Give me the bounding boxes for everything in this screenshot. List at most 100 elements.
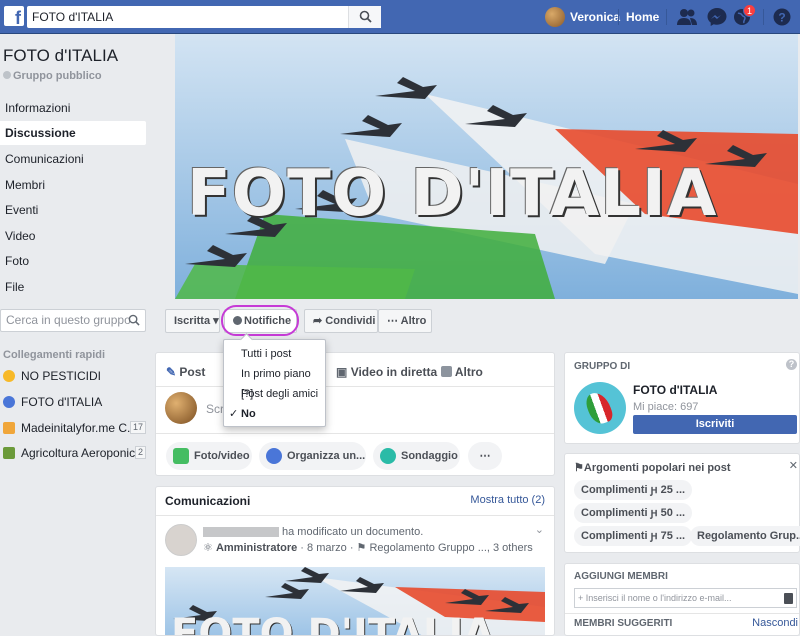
- pencil-icon: ✎: [166, 365, 177, 379]
- others-link[interactable]: , 3 others: [487, 542, 533, 554]
- share-arrow-icon: ➦: [313, 315, 323, 327]
- top-navigation-bar: f FOTO d'ITALIA Veronica Home 1 ?: [0, 0, 800, 34]
- page-name[interactable]: FOTO d'ITALIA: [633, 383, 717, 397]
- quick-link-item[interactable]: FOTO d'ITALIA: [3, 392, 143, 412]
- sidebar-item-foto[interactable]: Foto: [0, 249, 146, 273]
- quick-links-heading: Collegamenti rapidi: [3, 349, 106, 361]
- topic-pill[interactable]: Complimenti ԩ 25 ...: [574, 480, 693, 500]
- post-composer: ✎ Post ▣ Video in diretta Altro Scri Fot…: [155, 352, 555, 476]
- event-icon: [266, 448, 282, 464]
- menu-item-all-posts[interactable]: Tutti i post: [224, 344, 325, 364]
- svg-text:?: ?: [778, 11, 785, 25]
- post-image-title-text: FOTO D'ITALIA: [171, 611, 495, 636]
- photo-icon: [173, 448, 189, 464]
- role-label[interactable]: Amministratore: [216, 542, 297, 554]
- redacted-name: [203, 527, 279, 537]
- announcements-title: Comunicazioni: [165, 494, 251, 508]
- messenger-icon[interactable]: [706, 7, 728, 27]
- hide-link[interactable]: Nascondi: [752, 617, 798, 629]
- photo-video-button[interactable]: Foto/video: [166, 442, 252, 470]
- search-button[interactable]: [348, 6, 381, 28]
- poll-button[interactable]: Sondaggio: [373, 442, 460, 470]
- tab-live-video[interactable]: ▣ Video in diretta: [336, 365, 437, 379]
- globe-icon: [3, 71, 11, 79]
- group-title[interactable]: FOTO d'ITALIA: [3, 46, 118, 66]
- chevron-down-icon[interactable]: ⌄: [535, 523, 544, 536]
- organize-event-button[interactable]: Organizza un...: [259, 442, 366, 470]
- sidebar-item-informazioni[interactable]: Informazioni: [0, 96, 146, 120]
- sidebar-item-membri[interactable]: Membri: [0, 173, 146, 197]
- sidebar-item-discussione[interactable]: Discussione: [0, 121, 146, 145]
- topic-pill[interactable]: Complimenti ԩ 50 ...: [574, 503, 693, 523]
- tag-icon: ⚑: [356, 542, 367, 554]
- more-options-button[interactable]: ⋯: [468, 442, 502, 470]
- address-book-icon[interactable]: [784, 593, 793, 604]
- quick-link-item[interactable]: Madeinitalyfor.me C... 17: [3, 418, 146, 438]
- plus-icon: +: [578, 593, 584, 603]
- add-member-input[interactable]: + Inserisci il nome o l'indirizzo e-mail…: [574, 588, 797, 608]
- sidebar-item-file[interactable]: File: [0, 275, 146, 299]
- group-of-card: GRUPPO DI ? FOTO d'ITALIA Mi piace: 697 …: [564, 352, 800, 444]
- menu-item-no[interactable]: ✓ No: [224, 404, 325, 424]
- sidebar-item-comunicazioni[interactable]: Comunicazioni: [0, 147, 146, 171]
- add-members-card: AGGIUNGI MEMBRI + Inserisci il nome o l'…: [564, 563, 800, 636]
- unread-count-badge: 2: [134, 446, 146, 459]
- group-icon: [3, 396, 15, 408]
- share-button[interactable]: ➦ Condividi: [304, 309, 378, 333]
- divider: [666, 9, 667, 25]
- sidebar-item-video[interactable]: Video: [0, 224, 146, 248]
- popular-topics-title: ⚑Argomenti popolari nei post: [574, 462, 731, 474]
- page-avatar[interactable]: [574, 382, 626, 434]
- menu-item-friends-posts[interactable]: Post degli amici: [224, 384, 325, 404]
- topic-pill[interactable]: Complimenti ԩ 75 ...: [574, 526, 693, 546]
- topic-pill[interactable]: Regolamento Grup...: [690, 526, 800, 546]
- facebook-logo-icon[interactable]: f: [4, 6, 24, 26]
- video-camera-icon: ▣: [336, 365, 348, 379]
- add-members-title: AGGIUNGI MEMBRI: [574, 571, 668, 582]
- avatar: [165, 524, 197, 556]
- subscribe-button[interactable]: Iscriviti: [633, 415, 797, 434]
- quick-link-item[interactable]: Agricoltura Aeroponica 2: [3, 443, 146, 463]
- tag-icon: ⚑: [574, 462, 584, 474]
- plant-icon: [3, 447, 15, 459]
- poll-icon: [380, 448, 396, 464]
- quick-link-item[interactable]: NO PESTICIDI: [3, 366, 143, 386]
- admin-badge-icon: ⚛: [203, 542, 213, 554]
- divider: [763, 9, 764, 25]
- document-link[interactable]: Regolamento Gruppo ...: [369, 542, 486, 554]
- italy-map-icon: [583, 389, 615, 427]
- caret-down-icon: ▾: [213, 315, 219, 327]
- group-search-input[interactable]: Cerca in questo gruppo: [0, 309, 146, 332]
- help-icon[interactable]: ?: [771, 7, 793, 27]
- cover-photo[interactable]: FOTO D'ITALIA: [175, 34, 798, 299]
- announcements-card: Comunicazioni Mostra tutto (2) ha modifi…: [155, 486, 555, 636]
- friend-requests-icon[interactable]: [676, 7, 698, 27]
- divider: [156, 515, 554, 516]
- sidebar-item-eventi[interactable]: Eventi: [0, 198, 146, 222]
- profile-link[interactable]: Veronica: [545, 7, 620, 27]
- tab-more[interactable]: Altro: [441, 365, 483, 379]
- notification-count-badge: 1: [743, 4, 756, 17]
- post-image[interactable]: FOTO D'ITALIA: [165, 567, 545, 636]
- menu-item-highlights[interactable]: In primo piano [?]: [224, 364, 325, 400]
- group-icon: [3, 422, 15, 434]
- checkmark-icon: ✓: [229, 408, 239, 420]
- popular-topics-card: ⚑Argomenti popolari nei post ✕ Complimen…: [564, 453, 800, 553]
- page-likes: Mi piace: 697: [633, 401, 699, 413]
- user-name: Veronica: [570, 10, 621, 24]
- divider: [565, 613, 799, 614]
- info-icon[interactable]: ?: [786, 359, 797, 370]
- more-button[interactable]: ⋯ Altro: [378, 309, 432, 333]
- unread-count-badge: 17: [129, 421, 146, 434]
- joined-button[interactable]: Iscritta ▾: [165, 309, 220, 333]
- show-all-link[interactable]: Mostra tutto (2): [470, 494, 545, 506]
- more-icon: [441, 366, 452, 377]
- close-icon[interactable]: ✕: [789, 459, 798, 472]
- home-link[interactable]: Home: [626, 10, 659, 24]
- avatar: [165, 392, 197, 424]
- tab-post[interactable]: ✎ Post: [166, 365, 205, 379]
- post-date[interactable]: 8 marzo: [307, 542, 347, 554]
- search-input[interactable]: FOTO d'ITALIA: [27, 6, 381, 28]
- post-meta: ⚛ Amministratore · 8 marzo · ⚑ Regolamen…: [203, 542, 533, 554]
- highlight-circle: [221, 305, 299, 336]
